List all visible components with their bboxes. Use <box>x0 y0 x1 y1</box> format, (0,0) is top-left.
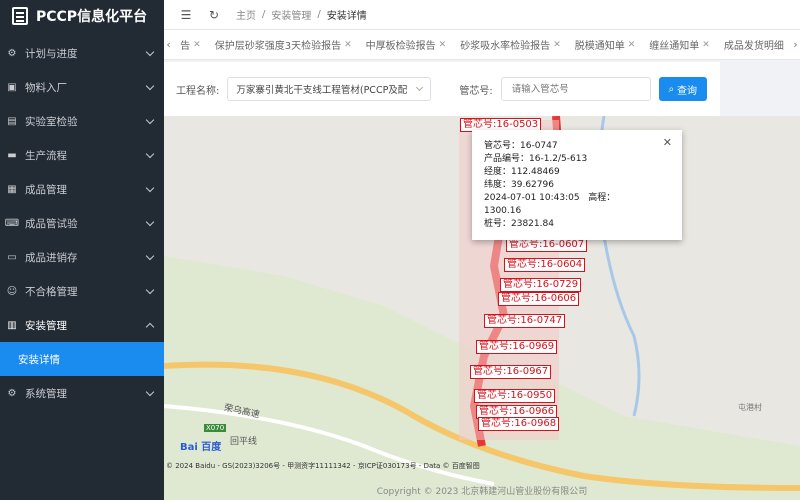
flask-icon: ▤ <box>7 115 17 127</box>
sidebar-item-defect[interactable]: ☺ 不合格管理 <box>0 274 164 308</box>
store-icon: ▭ <box>7 251 17 263</box>
refresh-icon[interactable]: ↻ <box>208 8 220 22</box>
sidebar-item-system[interactable]: ⚙ 系统管理 <box>0 376 164 410</box>
page-footer: Copyright © 2023 北京韩建河山管业股份有限公司 <box>376 486 588 497</box>
pipe-marker[interactable]: 管芯号:16-0968 <box>478 417 560 431</box>
app-title: PCCP信息化平台 <box>36 9 148 25</box>
chevron-down-icon <box>145 81 155 91</box>
road-code-badge: X070 <box>204 424 227 432</box>
tab-report[interactable]: 告 ✕ <box>173 37 208 53</box>
sidebar: PCCP信息化平台 ⚙ 计划与进度 ▣ 物料入厂 ▤ 实验室检验 ▬ 生产流程 ▦ 成品管… <box>0 0 164 500</box>
grid-icon: ▦ <box>7 183 17 195</box>
chevron-down-icon <box>145 387 155 397</box>
core-input[interactable] <box>500 77 651 101</box>
pipe-marker[interactable]: 管芯号:16-0967 <box>470 365 552 379</box>
pipe-marker[interactable]: 管芯号:16-0729 <box>500 278 582 292</box>
popup-elev: 1300.16 <box>484 206 522 216</box>
pipe-marker[interactable]: 管芯号:16-0607 <box>506 238 588 252</box>
app-brand: PCCP信息化平台 <box>0 0 164 32</box>
pipe-marker[interactable]: 管芯号:16-0747 <box>484 314 566 328</box>
sidebar-item-install[interactable]: ▥ 安装管理 <box>0 308 164 342</box>
topbar: ☰ ↻ 主页 / 安装管理 / 安装详情 <box>164 0 800 30</box>
breadcrumb-install[interactable]: 安装管理 <box>271 7 311 22</box>
sidebar-item-test[interactable]: ⌨ 成品管试验 <box>0 206 164 240</box>
cog-icon: ⚙ <box>7 387 17 399</box>
close-icon[interactable]: ✕ <box>702 40 710 50</box>
popup-core: 管芯号：16-0747 <box>484 141 558 151</box>
breadcrumb-current: 安装详情 <box>326 11 367 22</box>
map-copyright: © 2024 Baidu - GS(2023)3206号 - 甲测资字11111… <box>166 462 480 470</box>
chevron-down-icon <box>145 183 155 193</box>
tab-shipping[interactable]: 成品发货明细 <box>717 37 791 52</box>
box-icon: ▣ <box>7 81 17 93</box>
close-icon[interactable]: ✕ <box>344 40 352 50</box>
popup-lng: 经度：112.48469 <box>484 167 560 177</box>
keyboard-icon: ⌨ <box>4 217 20 229</box>
project-select[interactable]: 万家寨引黄北干支线工程管材(PCCP及配 <box>227 77 432 101</box>
sidebar-item-inventory[interactable]: ▭ 成品进销存 <box>0 240 164 274</box>
pipe-marker[interactable]: 管芯号:16-0606 <box>498 292 580 306</box>
breadcrumb: 主页 / 安装管理 / 安装详情 <box>236 7 367 22</box>
gear-icon: ⚙ <box>7 47 17 59</box>
tab-bar: ‹ 告 ✕ 保护层砂浆强度3天检验报告 ✕ 中厚板检验报告 ✕ 砂浆吸水率检验报告 ✕ … <box>164 30 800 60</box>
tab-mortar-strength[interactable]: 保护层砂浆强度3天检验报告 ✕ <box>208 37 359 53</box>
close-icon[interactable]: ✕ <box>553 40 561 50</box>
tab-water-absorption[interactable]: 砂浆吸水率检验报告 ✕ <box>453 37 568 53</box>
popup-lat: 纬度：39.62796 <box>484 180 554 190</box>
search-button[interactable]: ⌕ 查询 <box>658 77 707 101</box>
sidebar-item-material[interactable]: ▣ 物料入厂 <box>0 70 164 104</box>
search-icon: ⌕ <box>668 83 675 95</box>
road-label: 回平线 <box>230 437 258 447</box>
tab-wire[interactable]: 缠丝通知单 ✕ <box>642 37 717 53</box>
baidu-logo: Bai 百度 <box>180 442 222 453</box>
logo-icon <box>12 7 28 25</box>
sidebar-menu: ⚙ 计划与进度 ▣ 物料入厂 ▤ 实验室检验 ▬ 生产流程 ▦ 成品管理 ⌨ 成品管试验 ▭… <box>0 36 164 410</box>
sidebar-item-install-detail[interactable]: 安装详情 <box>0 342 164 376</box>
chevron-down-icon <box>145 217 155 227</box>
close-icon[interactable]: ✕ <box>628 40 636 50</box>
chevron-down-icon <box>145 149 155 159</box>
printer-icon: ▥ <box>7 319 17 331</box>
pipe-marker[interactable]: 管芯号:16-0604 <box>504 258 586 272</box>
filter-bar: 工程名称: 万家寨引黄北干支线工程管材(PCCP及配 管芯号: ⌕ 查询 <box>164 62 720 116</box>
tab-demold[interactable]: 脱模通知单 ✕ <box>568 37 643 53</box>
tab-scroll-right-icon[interactable]: › <box>791 38 800 51</box>
tab-plate-report[interactable]: 中厚板检验报告 ✕ <box>359 37 454 53</box>
info-popup: ✕ 管芯号：16-0747 产品编号：16-1.2/5-613 经度：112.4… <box>472 130 682 240</box>
chevron-up-icon <box>145 322 155 332</box>
chevron-down-icon <box>145 47 155 57</box>
chevron-down-icon <box>416 83 424 92</box>
close-icon[interactable]: ✕ <box>663 136 672 149</box>
breadcrumb-home[interactable]: 主页 <box>236 7 256 22</box>
project-label: 工程名称: <box>176 85 220 97</box>
chevron-down-icon <box>145 115 155 125</box>
main-area: ☰ ↻ 主页 / 安装管理 / 安装详情 ‹ 告 ✕ 保护层砂浆强度3天检验报告 ✕… <box>164 0 800 500</box>
popup-product: 产品编号：16-1.2/5-613 <box>484 154 588 164</box>
close-icon[interactable]: ✕ <box>439 40 447 50</box>
popup-pile: 桩号：23821.84 <box>484 219 554 229</box>
sidebar-item-product[interactable]: ▦ 成品管理 <box>0 172 164 206</box>
popup-time-elev: 2024-07-01 10:43:05 高程： <box>484 193 616 203</box>
village-label: 屯港村 <box>738 403 762 412</box>
pipe-marker[interactable]: 管芯号:16-0950 <box>474 389 556 403</box>
sidebar-item-plan[interactable]: ⚙ 计划与进度 <box>0 36 164 70</box>
sidebar-item-lab[interactable]: ▤ 实验室检验 <box>0 104 164 138</box>
chevron-down-icon <box>145 285 155 295</box>
menu-toggle-icon[interactable]: ☰ <box>180 8 192 22</box>
chevron-down-icon <box>145 251 155 261</box>
core-label: 管芯号: <box>459 85 493 97</box>
smile-icon: ☺ <box>6 285 18 297</box>
sidebar-item-production[interactable]: ▬ 生产流程 <box>0 138 164 172</box>
close-icon[interactable]: ✕ <box>193 40 201 50</box>
pipe-marker[interactable]: 管芯号:16-0969 <box>476 340 558 354</box>
folder-icon: ▬ <box>7 149 17 161</box>
tab-scroll-left-icon[interactable]: ‹ <box>164 38 173 51</box>
